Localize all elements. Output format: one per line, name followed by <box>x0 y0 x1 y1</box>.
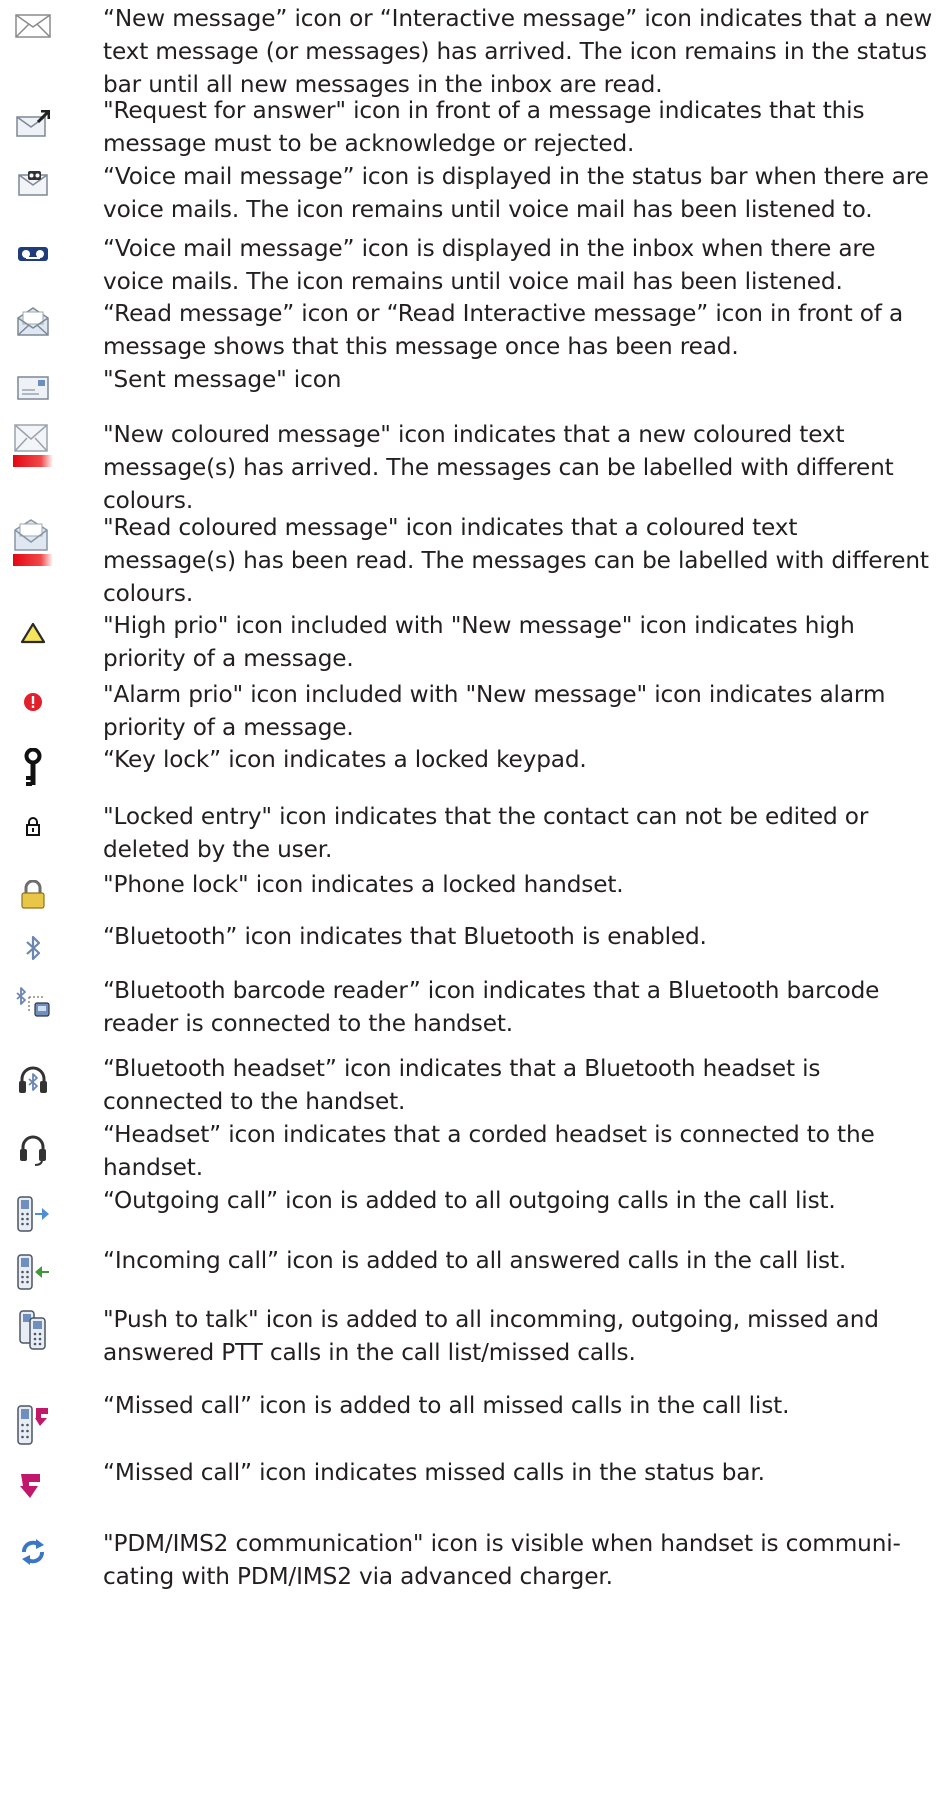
icon-description: "Read coloured message" icon indicates t… <box>103 514 929 607</box>
icon-description: "Sent message" icon <box>103 366 342 393</box>
missed-call-phone-icon <box>8 1404 58 1446</box>
icon-description: “Missed call” icon indicates missed call… <box>103 1459 765 1486</box>
alarm-circle-icon <box>8 692 58 712</box>
icon-description: "Phone lock" icon indicates a locked han… <box>103 871 624 898</box>
read-envelope-icon <box>8 306 58 336</box>
icon-description: “Read message” icon or “Read Interactive… <box>103 300 904 360</box>
icon-description: “Key lock” icon indicates a locked keypa… <box>103 746 587 773</box>
icon-description: "Alarm prio" icon included with "New mes… <box>103 681 886 741</box>
padlock-icon <box>8 880 58 910</box>
missed-call-arrow-icon <box>8 1472 58 1500</box>
voicemail-envelope-icon <box>8 170 58 196</box>
warning-triangle-icon <box>8 622 58 644</box>
request-answer-envelope-icon <box>8 110 58 138</box>
small-lock-icon <box>8 816 58 836</box>
voicemail-tape-icon <box>8 246 58 262</box>
sent-message-icon <box>8 376 58 400</box>
icon-description: "PDM/IMS2 communication" icon is visible… <box>103 1530 901 1590</box>
incoming-call-icon <box>8 1254 58 1290</box>
icon-description: “Incoming call” icon is added to all ans… <box>103 1247 847 1274</box>
new-coloured-envelope-icon <box>8 423 58 467</box>
icon-description: “Voice mail message” icon is displayed i… <box>103 163 929 223</box>
bluetooth-barcode-icon <box>8 987 58 1019</box>
icon-description: "New coloured message" icon indicates th… <box>103 421 894 514</box>
bluetooth-icon <box>8 933 58 963</box>
sync-arrows-icon <box>8 1537 58 1567</box>
icon-description: “Bluetooth headset” icon indicates that … <box>103 1055 821 1115</box>
icon-description: “Voice mail message” icon is displayed i… <box>103 235 876 295</box>
icon-description: “Bluetooth barcode reader” icon indicate… <box>103 977 880 1037</box>
icon-description: "High prio" icon included with "New mess… <box>103 612 855 672</box>
icon-description: "Locked entry" icon indicates that the c… <box>103 803 869 863</box>
headset-icon <box>8 1134 58 1166</box>
icon-description: “Bluetooth” icon indicates that Bluetoot… <box>103 923 707 950</box>
icon-description: “Outgoing call” icon is added to all out… <box>103 1187 836 1214</box>
envelope-icon <box>8 14 58 38</box>
read-coloured-envelope-icon <box>8 518 58 566</box>
key-icon <box>8 748 58 788</box>
icon-description: "Request for answer" icon in front of a … <box>103 97 865 157</box>
outgoing-call-icon <box>8 1196 58 1232</box>
icon-description: "Push to talk" icon is added to all inco… <box>103 1306 879 1366</box>
icon-description: “Headset” icon indicates that a corded h… <box>103 1121 875 1181</box>
bluetooth-headset-icon <box>8 1065 58 1097</box>
icon-description: “New message” icon or “Interactive messa… <box>103 5 933 98</box>
icon-description: “Missed call” icon is added to all misse… <box>103 1392 790 1419</box>
push-to-talk-icon <box>8 1310 58 1350</box>
